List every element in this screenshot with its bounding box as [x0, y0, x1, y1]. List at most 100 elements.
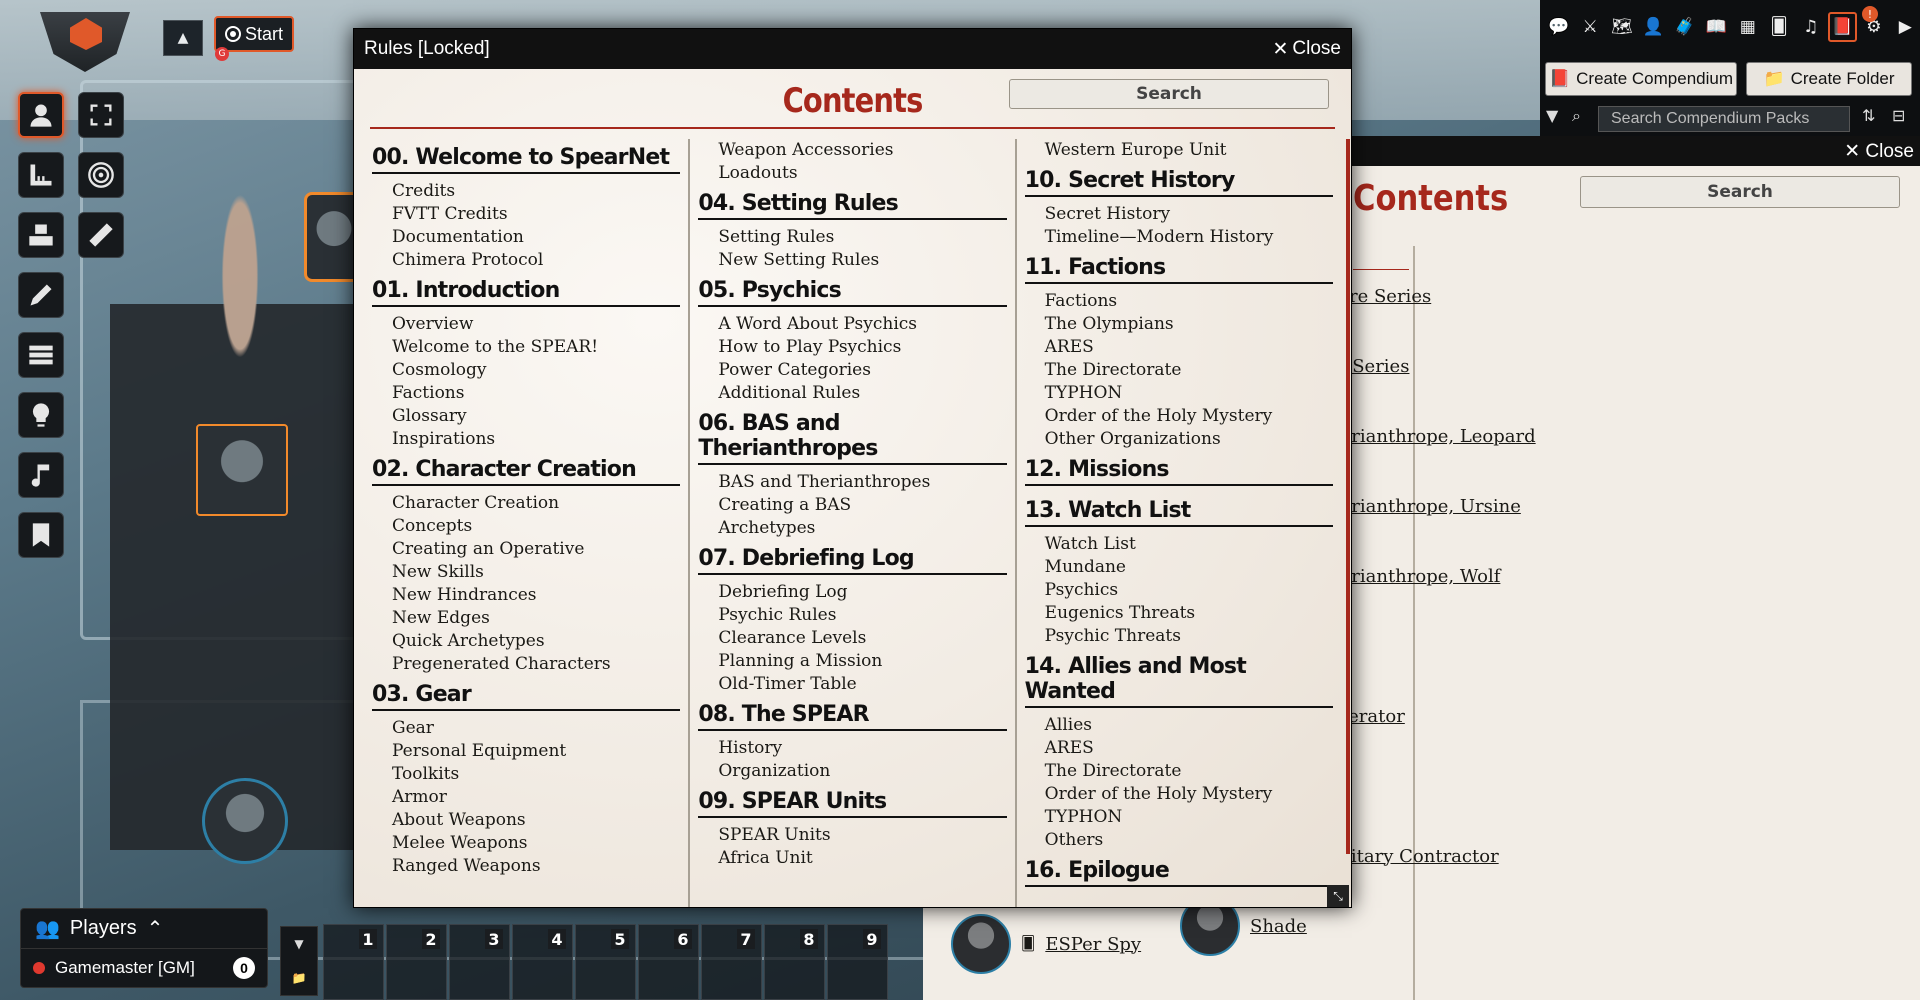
toc-entry[interactable]: History: [698, 737, 1006, 760]
toc-entry[interactable]: Quick Archetypes: [372, 630, 680, 653]
toc-section-heading[interactable]: 10. Secret History: [1024, 162, 1333, 197]
ruler-tool-button[interactable]: [78, 212, 124, 258]
filter-icon[interactable]: ▼: [1546, 106, 1558, 125]
toc-section-heading[interactable]: 07. Debriefing Log: [698, 540, 1007, 575]
toc-entry[interactable]: Armor: [372, 786, 680, 809]
toc-entry[interactable]: ARES: [1025, 336, 1333, 359]
sidebar-collapse-button[interactable]: ▶: [1891, 12, 1920, 42]
toc-entry[interactable]: Weapon Accessories: [698, 139, 1006, 162]
toc-entry[interactable]: TYPHON: [1025, 382, 1333, 405]
tab-scenes[interactable]: 🗺: [1607, 12, 1637, 42]
toc-entry[interactable]: New Skills: [372, 561, 680, 584]
players-header[interactable]: 👥 Players ⌃: [21, 909, 267, 949]
toc-section-heading[interactable]: 16. Epilogue: [1024, 852, 1333, 887]
toc-entry[interactable]: TYPHON: [1025, 806, 1333, 829]
toc-entry[interactable]: Planning a Mission: [698, 650, 1006, 673]
toc-section-heading[interactable]: 00. Welcome to SpearNet: [372, 139, 681, 174]
tab-journal[interactable]: 📖: [1702, 12, 1732, 42]
toc-entry[interactable]: Debriefing Log: [698, 581, 1006, 604]
notes-controls-button[interactable]: [18, 512, 64, 558]
toc-entry[interactable]: Inspirations: [372, 428, 680, 451]
resize-handle[interactable]: ⤡: [1327, 885, 1349, 907]
compendium-search-input[interactable]: Search Compendium Packs: [1598, 106, 1850, 132]
toc-entry[interactable]: Archetypes: [698, 517, 1006, 540]
hotbar-slot[interactable]: 5: [575, 924, 636, 1000]
toc-section-heading[interactable]: 04. Setting Rules: [698, 185, 1007, 220]
toc-entry[interactable]: Africa Unit: [698, 847, 1006, 870]
toc-entry[interactable]: Psychic Rules: [698, 604, 1006, 627]
toc-entry[interactable]: ARES: [1025, 737, 1333, 760]
toc-entry[interactable]: The Olympians: [1025, 313, 1333, 336]
tab-items[interactable]: 🧳: [1670, 12, 1700, 42]
tab-chat[interactable]: 💬: [1544, 12, 1574, 42]
collapse-all-icon[interactable]: ⊟: [1892, 106, 1905, 125]
hotbar-slot[interactable]: 3: [449, 924, 510, 1000]
journal2-search-button[interactable]: Search: [1580, 176, 1900, 208]
lighting-controls-button[interactable]: [18, 392, 64, 438]
toc-section-heading[interactable]: 08. The SPEAR: [698, 696, 1007, 731]
journal-search-button[interactable]: Search: [1009, 79, 1329, 109]
hotbar-slot[interactable]: 2: [386, 924, 447, 1000]
toc-entry[interactable]: The Directorate: [1025, 760, 1333, 783]
expand-button[interactable]: [78, 92, 124, 138]
tab-playlists[interactable]: ♫: [1796, 12, 1826, 42]
toc-entry[interactable]: Creating a BAS: [698, 494, 1006, 517]
sort-icon[interactable]: ⇅: [1862, 106, 1875, 125]
toc-section-heading[interactable]: 13. Watch List: [1024, 492, 1333, 527]
sound-controls-button[interactable]: [18, 452, 64, 498]
toc-entry[interactable]: Setting Rules: [698, 226, 1006, 249]
toc-entry[interactable]: SPEAR Units: [698, 824, 1006, 847]
toc-section-heading[interactable]: 03. Gear: [372, 676, 681, 711]
toc-section-heading[interactable]: 06. BAS and Therianthropes: [698, 405, 1007, 465]
hotbar-slot[interactable]: 7: [701, 924, 762, 1000]
collapse-navigation-button[interactable]: ▲: [163, 20, 203, 56]
toc-entry[interactable]: FVTT Credits: [372, 203, 680, 226]
toc-entry[interactable]: Mundane: [1025, 556, 1333, 579]
toc-entry[interactable]: Pregenerated Characters: [372, 653, 680, 676]
toc-entry[interactable]: Other Organizations: [1025, 428, 1333, 451]
toc-entry[interactable]: Old-Timer Table: [698, 673, 1006, 696]
tab-cards[interactable]: 🂠: [1765, 12, 1795, 42]
toc-entry[interactable]: Glossary: [372, 405, 680, 428]
toc-section-heading[interactable]: 12. Missions: [1024, 451, 1333, 486]
toc-section-heading[interactable]: 09. SPEAR Units: [698, 783, 1007, 818]
walls-controls-button[interactable]: [18, 332, 64, 378]
create-compendium-button[interactable]: 📕 Create Compendium: [1545, 62, 1737, 96]
toc-entry[interactable]: Allies: [1025, 714, 1333, 737]
toc-entry[interactable]: Concepts: [372, 515, 680, 538]
toc-entry[interactable]: Others: [1025, 829, 1333, 852]
toc-entry[interactable]: Credits: [372, 180, 680, 203]
toc-entry[interactable]: Melee Weapons: [372, 832, 680, 855]
toc-section-heading[interactable]: 01. Introduction: [372, 272, 681, 307]
toc-section-heading[interactable]: 14. Allies and Most Wanted: [1024, 648, 1333, 708]
toc-entry[interactable]: Order of the Holy Mystery: [1025, 405, 1333, 428]
tab-compendium[interactable]: 📕: [1827, 12, 1858, 42]
toc-entry[interactable]: Ranged Weapons: [372, 855, 680, 878]
toc-entry[interactable]: Watch List: [1025, 533, 1333, 556]
journal-close-button[interactable]: ✕ Close: [1273, 38, 1342, 61]
toc-entry[interactable]: About Weapons: [372, 809, 680, 832]
toc-section-heading[interactable]: 11. Factions: [1024, 249, 1333, 284]
toc-entry[interactable]: Factions: [372, 382, 680, 405]
toc-entry[interactable]: Character Creation: [372, 492, 680, 515]
token-controls-button[interactable]: [18, 92, 64, 138]
toc-entry[interactable]: Eugenics Threats: [1025, 602, 1333, 625]
hotbar-slot[interactable]: 4: [512, 924, 573, 1000]
toc-entry[interactable]: Secret History: [1025, 203, 1333, 226]
measure-controls-button[interactable]: [18, 152, 64, 198]
target-button[interactable]: [78, 152, 124, 198]
toc-entry[interactable]: A Word About Psychics: [698, 313, 1006, 336]
toc-entry[interactable]: The Directorate: [1025, 359, 1333, 382]
drawing-controls-button[interactable]: [18, 272, 64, 318]
toc-entry[interactable]: New Hindrances: [372, 584, 680, 607]
toc-entry[interactable]: Welcome to the SPEAR!: [372, 336, 680, 359]
toc-entry[interactable]: Overview: [372, 313, 680, 336]
tiles-controls-button[interactable]: [18, 212, 64, 258]
folder-icon[interactable]: 📁: [292, 971, 307, 985]
toc-entry[interactable]: Toolkits: [372, 763, 680, 786]
toc-entry[interactable]: Chimera Protocol: [372, 249, 680, 272]
toc-entry[interactable]: Gear: [372, 717, 680, 740]
toc-entry[interactable]: Timeline—Modern History: [1025, 226, 1333, 249]
hotbar-slot[interactable]: 9: [827, 924, 888, 1000]
journal2-close-button[interactable]: ✕ Close: [1844, 140, 1914, 163]
